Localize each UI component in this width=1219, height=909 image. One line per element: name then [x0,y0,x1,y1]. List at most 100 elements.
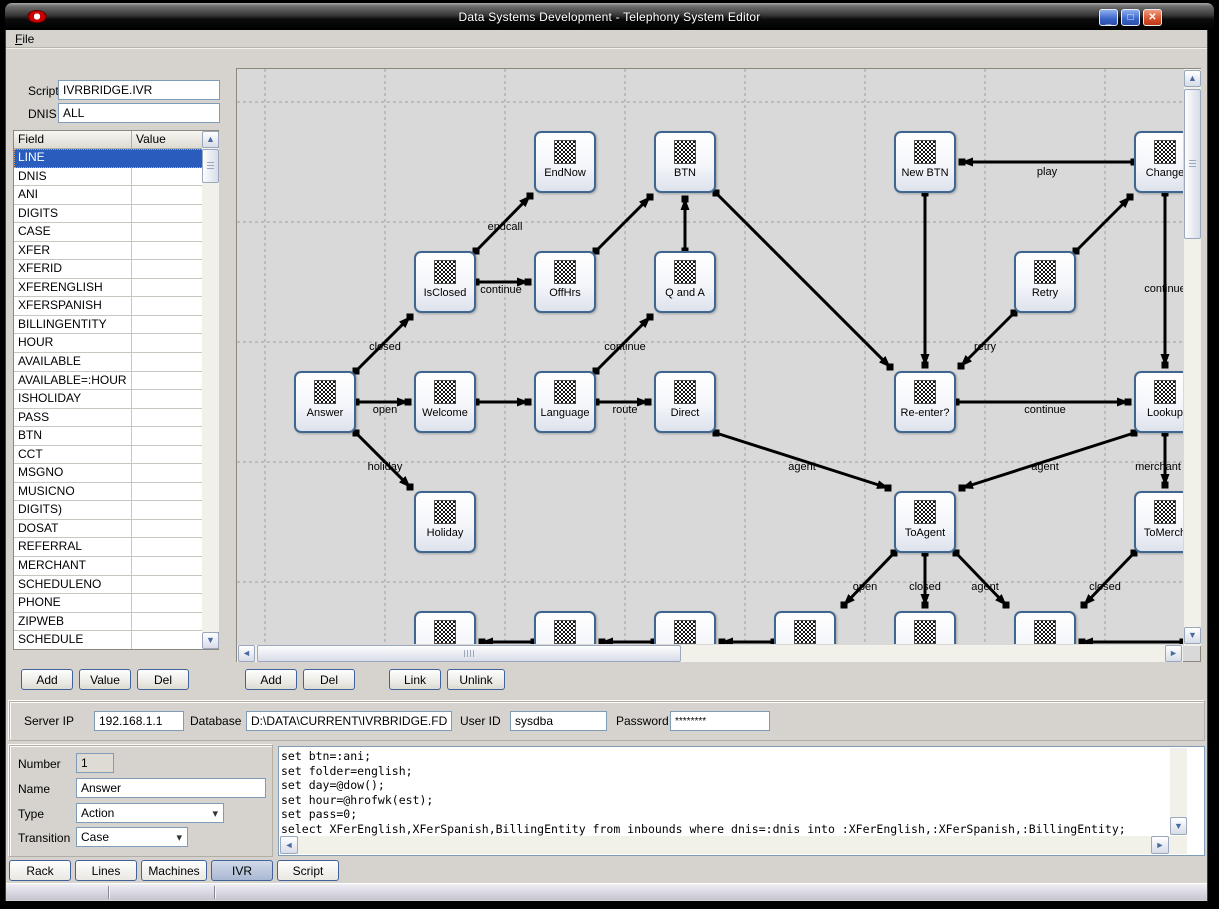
del-button[interactable]: Del [137,669,189,690]
ivr-diagram-canvas[interactable]: endcallcontinueclosedopenholidayroutecon… [236,68,1201,662]
tab-lines[interactable]: Lines [75,860,137,881]
table-row[interactable]: AVAILABLE [14,353,218,372]
node-lookup[interactable]: Lookup [1134,371,1183,433]
type-dropdown[interactable]: Action▾ [76,803,224,823]
tab-script[interactable]: Script [277,860,339,881]
dnis-input[interactable] [58,103,220,123]
node-language[interactable]: Language [534,371,596,433]
node-new-btn[interactable]: New BTN [894,131,956,193]
node-direct[interactable]: Direct [654,371,716,433]
table-row[interactable]: MSGNO [14,464,218,483]
scroll-up-icon[interactable]: ▲ [1184,70,1201,87]
unlink-button[interactable]: Unlink [447,669,505,690]
table-row[interactable]: ANI [14,186,218,205]
scroll-left-icon[interactable]: ◄ [238,645,255,662]
table-row[interactable]: MERCHANT [14,557,218,576]
table-row[interactable]: SCHEDULENO [14,576,218,595]
scroll-down-icon[interactable]: ▼ [1170,817,1187,835]
tab-rack[interactable]: Rack [9,860,71,881]
node-holiday[interactable]: Holiday [414,491,476,553]
table-row[interactable]: BILLINGENTITY [14,316,218,335]
script-code[interactable]: set btn=:ani;set folder=english;set day=… [281,749,1169,837]
table-row[interactable]: DIGITS [14,205,218,224]
node-q-and-a[interactable]: Q and A [654,251,716,313]
name-field[interactable] [76,778,266,798]
table-row[interactable]: HOUR [14,334,218,353]
node-isclosed[interactable]: IsClosed [414,251,476,313]
table-row[interactable]: XFERENGLISH [14,279,218,298]
table-row[interactable]: XFERSPANISH [14,297,218,316]
table-row[interactable]: CASE [14,223,218,242]
add-button[interactable]: Add [21,669,73,690]
scroll-down-icon[interactable]: ▼ [202,632,219,649]
node-welcome[interactable]: Welcome [414,371,476,433]
table-row[interactable]: MUSICNO [14,483,218,502]
node-re-enter[interactable]: Re-enter? [894,371,956,433]
menu-item-file[interactable]: File [6,30,43,48]
table-row[interactable]: AVAILABLE=:HOUR [14,372,218,391]
table-row[interactable]: REFERRAL [14,538,218,557]
node-node-21[interactable] [774,611,836,644]
node-toagent[interactable]: ToAgent [894,491,956,553]
node-node-18[interactable] [414,611,476,644]
server-ip-field[interactable] [94,711,184,731]
maximize-button[interactable]: □ [1121,9,1140,26]
scroll-up-icon[interactable]: ▲ [202,131,219,148]
canvas-hscroll-thumb[interactable] [257,645,681,662]
node-answer[interactable]: Answer [294,371,356,433]
node-node-22[interactable] [894,611,956,644]
node-node-19[interactable] [534,611,596,644]
node-label: New BTN [901,167,948,179]
script-input[interactable] [58,80,220,100]
minimize-icon: _ [1106,16,1112,26]
scroll-right-icon[interactable]: ► [1151,836,1169,854]
node-retry[interactable]: Retry [1014,251,1076,313]
node-node-20[interactable] [654,611,716,644]
table-row[interactable]: DNIS [14,168,218,187]
node-node-23[interactable] [1014,611,1076,644]
diagram-surface[interactable]: endcallcontinueclosedopenholidayroutecon… [237,69,1183,644]
user-id-field[interactable] [510,711,607,731]
field-column-header[interactable]: Field [14,131,132,149]
scroll-down-icon[interactable]: ▼ [1184,627,1201,644]
field-cell: AVAILABLE [14,353,132,372]
link-button[interactable]: Link [389,669,441,690]
table-row[interactable]: LINE [14,149,218,168]
canvas-vscroll-thumb[interactable] [1184,89,1201,239]
value-button[interactable]: Value [79,669,131,690]
table-row[interactable]: PASS [14,409,218,428]
node-endnow[interactable]: EndNow [534,131,596,193]
table-row[interactable]: ISHOLIDAY [14,390,218,409]
database-field[interactable] [246,711,452,731]
node-offhrs[interactable]: OffHrs [534,251,596,313]
table-row[interactable]: BTN [14,427,218,446]
table-row[interactable]: DIGITS) [14,501,218,520]
table-row[interactable]: PHONE [14,594,218,613]
field-table-scroll-thumb[interactable] [202,149,219,183]
tab-machines[interactable]: Machines [141,860,207,881]
edge-label: continue [1144,283,1183,295]
scroll-right-icon[interactable]: ► [1165,645,1182,662]
table-row[interactable]: ZIPWEB [14,613,218,632]
password-field[interactable] [670,711,770,731]
script-hscrollbar[interactable] [280,836,1187,854]
node-label: Welcome [422,407,468,419]
table-row[interactable]: SCHEDULE [14,631,218,650]
add-button[interactable]: Add [245,669,297,690]
scroll-left-icon[interactable]: ◄ [280,836,298,854]
node-btn[interactable]: BTN [654,131,716,193]
script-editor[interactable]: set btn=:ani;set folder=english;set day=… [278,746,1205,856]
node-change[interactable]: Change [1134,131,1183,193]
field-table-scrollbar[interactable] [202,148,219,632]
table-row[interactable]: XFERID [14,260,218,279]
node-tomerch[interactable]: ToMerch [1134,491,1183,553]
del-button[interactable]: Del [303,669,355,690]
transition-dropdown[interactable]: Case▾ [76,827,188,847]
close-button[interactable]: ✕ [1143,9,1162,26]
number-field[interactable] [76,753,114,773]
table-row[interactable]: XFER [14,242,218,261]
table-row[interactable]: DOSAT [14,520,218,539]
minimize-button[interactable]: _ [1099,9,1118,26]
table-row[interactable]: CCT [14,446,218,465]
tab-ivr[interactable]: IVR [211,860,273,881]
